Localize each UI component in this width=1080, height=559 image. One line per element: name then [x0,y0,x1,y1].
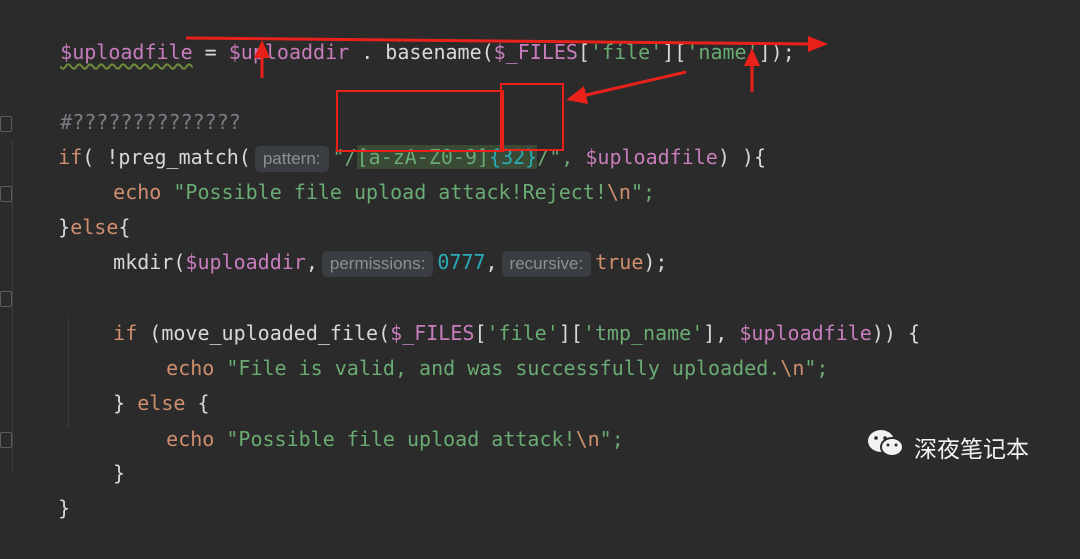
token-variable: $uploaddir [185,250,306,274]
token-operator: = [192,40,229,64]
token-string: "File is valid, and was successfully upl… [214,356,781,380]
fold-marker-icon[interactable] [0,432,12,448]
token-string: "Possible file upload attack!Reject! [161,180,607,204]
code-line-12[interactable]: } [10,457,70,520]
token-string: "; [599,427,624,451]
code-line-11[interactable]: } [65,422,125,485]
code-editor[interactable]: $uploadfile = $uploaddir . basename($_FI… [0,0,1080,520]
token-string: 'name' [686,40,759,64]
token-comma: , [305,250,318,274]
token-variable: $_FILES [493,40,578,64]
annotation-box-regex [336,90,504,152]
wechat-icon [866,427,906,467]
fold-marker-icon[interactable] [0,291,12,307]
code-line-6[interactable]: mkdir($uploaddir, permissions: 0777, recurs… [65,211,667,277]
token-call: . basename( [349,40,494,64]
token-brace: } [113,461,126,485]
code-line-7[interactable]: if (move_uploaded_file($_FILES['file']['… [65,282,920,345]
token-keyword: echo [166,427,215,451]
code-line-8[interactable]: echo "File is valid, and was successfull… [118,317,828,380]
token-brace: } [58,496,71,520]
annotation-box-quantifier [500,83,564,151]
token-variable: $uploaddir [228,40,350,64]
token-string: "; [630,180,656,204]
token-keyword: true [595,250,644,274]
token-paren: ); [643,250,668,274]
token-escape: \n [606,180,631,204]
token-paren: ) ){ [717,145,767,169]
token-string: "Possible file upload attack! [214,427,576,451]
code-line-2[interactable]: #?????????????? [12,71,241,134]
token-string: 'file' [590,40,663,64]
token-bracket: ][ [662,40,687,64]
code-line-9[interactable]: } else { [65,352,209,415]
watermark: 深夜笔记本 [866,427,1029,467]
token-comma: , [485,250,498,274]
param-hint-permissions: permissions: [321,250,434,277]
param-hint-recursive: recursive: [501,250,592,277]
token-escape: \n [575,427,600,451]
token-bracket: [ [577,40,591,64]
token-escape: \n [780,356,805,380]
code-line-5[interactable]: }else{ [10,176,130,239]
token-call: mkdir( [113,250,186,274]
token-bracket: ]); [758,40,795,64]
token-variable: $uploadfile [60,40,193,64]
token-number: 0777 [437,250,486,274]
token-string: "; [804,356,829,380]
code-line-10[interactable]: echo "Possible file upload attack!\n"; [118,388,624,451]
code-line-1[interactable]: $uploadfile = $uploaddir . basename($_FI… [12,1,795,64]
watermark-text: 深夜笔记本 [914,437,1029,463]
token-paren: )) { [871,321,920,345]
